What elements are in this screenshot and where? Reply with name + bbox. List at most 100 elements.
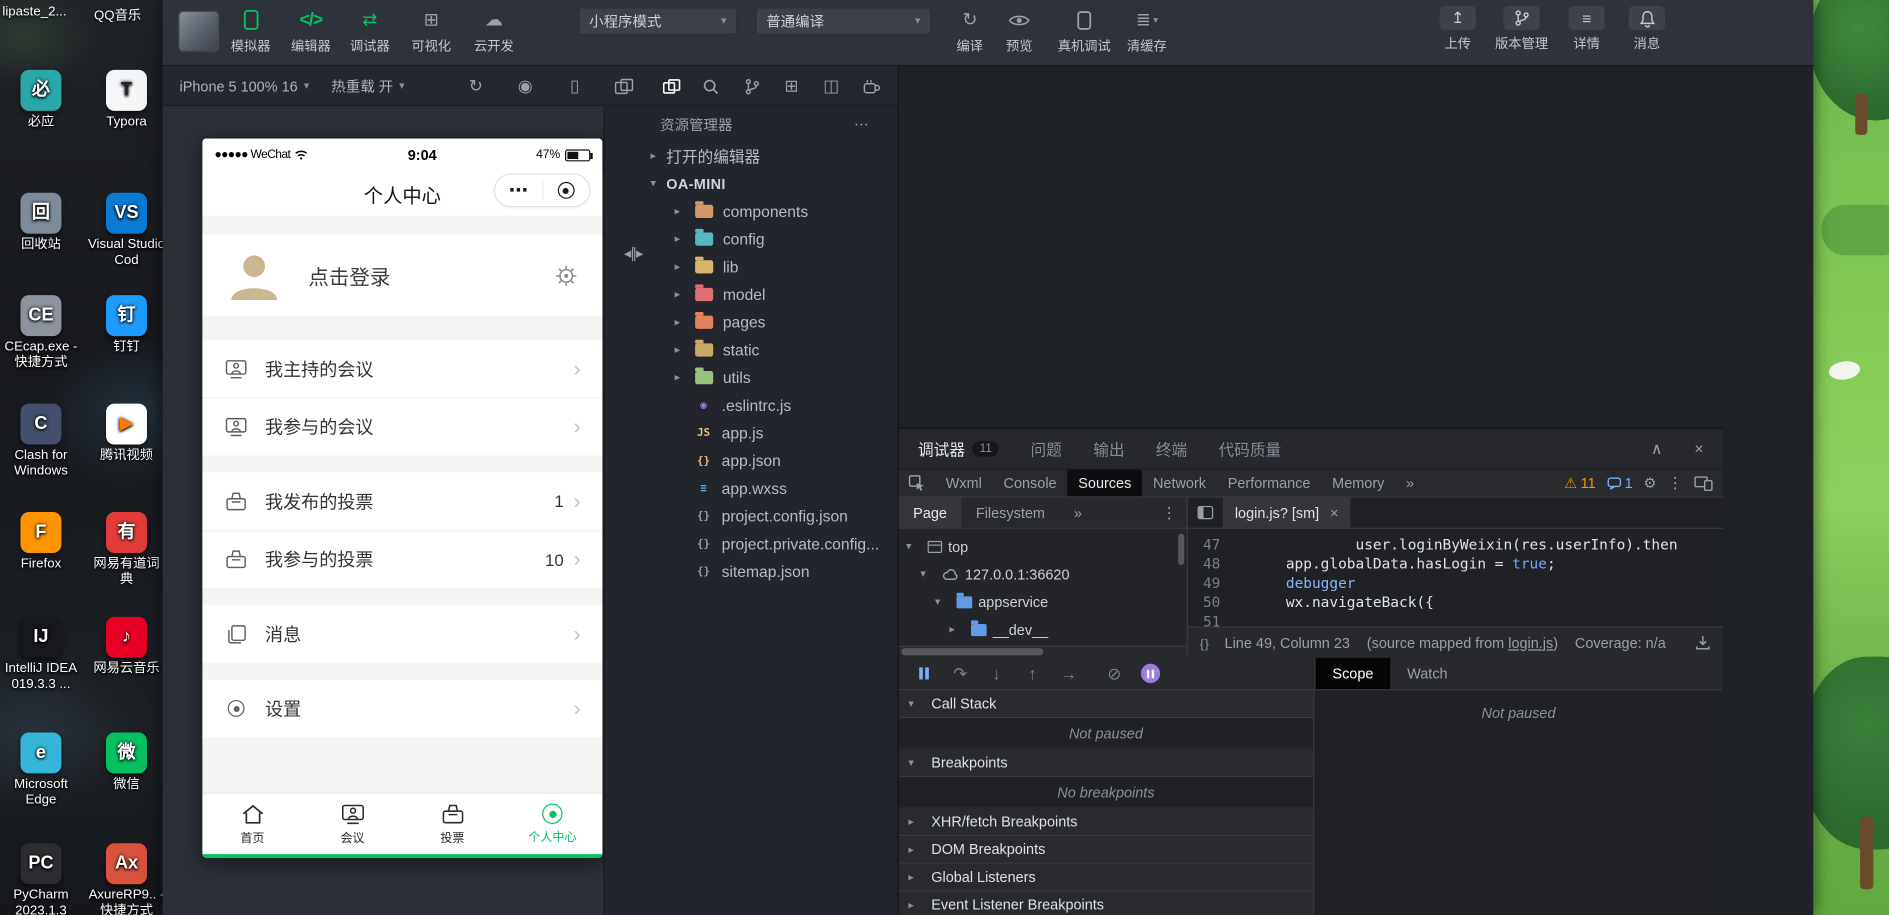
tab-terminal[interactable]: 终端: [1156, 437, 1187, 460]
source-node-appservice[interactable]: appservice: [899, 588, 1187, 616]
caret-icon[interactable]: [675, 343, 691, 356]
cloud-dev-button[interactable]: ☁ 云开发: [466, 6, 521, 55]
inspect-icon[interactable]: [908, 475, 925, 492]
step-out-button[interactable]: ↑: [1014, 664, 1050, 683]
tree-file-sitemap[interactable]: {} sitemap.json: [605, 558, 898, 586]
desktop-icon-bing[interactable]: 必 必应: [2, 69, 79, 130]
line-number-gutter[interactable]: 48: [1188, 554, 1234, 573]
caret-icon[interactable]: [651, 149, 667, 162]
tree-file-project-config[interactable]: {} project.config.json: [605, 502, 898, 530]
section-global-listeners[interactable]: Global Listeners: [898, 863, 1314, 892]
caret-icon[interactable]: [675, 260, 691, 273]
step-into-button[interactable]: ↓: [978, 664, 1014, 683]
source-node-dev[interactable]: __dev__: [899, 616, 1187, 644]
desktop-icon-firefox[interactable]: F Firefox: [2, 512, 79, 572]
section-breakpoints[interactable]: Breakpoints: [898, 749, 1314, 778]
caret-icon[interactable]: [908, 898, 924, 911]
coffee-icon[interactable]: [854, 66, 888, 106]
caret-icon[interactable]: [920, 567, 936, 580]
search-icon[interactable]: [694, 66, 728, 106]
caret-icon[interactable]: [675, 371, 691, 384]
compile-mode-select[interactable]: 普通编译 ▾: [755, 7, 932, 35]
caret-icon[interactable]: [651, 177, 667, 190]
source-node-host[interactable]: 127.0.0.1:36620: [899, 560, 1187, 588]
sidebar-tab-filesystem[interactable]: Filesystem: [961, 498, 1059, 528]
menu-item-settings[interactable]: 设置: [202, 679, 602, 737]
tab-profile[interactable]: 个人中心: [502, 794, 602, 854]
step-button[interactable]: →: [1051, 664, 1087, 683]
vertical-scrollbar[interactable]: [1178, 533, 1185, 566]
sidebar-tab-overflow[interactable]: »: [1059, 498, 1096, 528]
messages-button[interactable]: 消息: [1614, 6, 1679, 53]
refresh-icon[interactable]: ↻: [459, 66, 493, 106]
panel-resize-handle[interactable]: [624, 245, 642, 262]
layout-panel-icon[interactable]: ◫: [814, 66, 848, 106]
tree-file-app-js[interactable]: JS app.js: [605, 419, 898, 447]
device-toolbar-icon[interactable]: [1694, 475, 1713, 491]
desktop-icon-axure[interactable]: Ax AxureRP9.. - 快捷方式: [88, 843, 165, 915]
tree-folder-pages[interactable]: pages: [605, 308, 898, 336]
details-button[interactable]: ≡ 详情: [1554, 6, 1619, 53]
more-icon[interactable]: [495, 178, 541, 202]
desktop-icon-edge[interactable]: e Microsoft Edge: [2, 732, 79, 808]
tab-votes[interactable]: 投票: [402, 794, 502, 854]
desktop-icon-youdao[interactable]: 有 网易有道词典: [88, 512, 165, 588]
line-number-gutter[interactable]: 50: [1188, 593, 1234, 612]
tab-code-quality[interactable]: 代码质量: [1219, 437, 1282, 460]
pause-resume-button[interactable]: [906, 667, 942, 680]
devtools-tab-sources[interactable]: Sources: [1067, 469, 1143, 497]
source-map-link[interactable]: login.js: [1508, 634, 1553, 651]
desktop-icon-cecap[interactable]: CE CEcap.exe - 快捷方式: [2, 295, 79, 371]
tree-folder-config[interactable]: config: [605, 225, 898, 253]
pause-on-exceptions-button[interactable]: [1132, 663, 1168, 684]
step-over-button[interactable]: ↷: [942, 663, 978, 683]
caret-icon[interactable]: [675, 205, 691, 218]
deactivate-breakpoints-button[interactable]: ⊘: [1096, 663, 1132, 683]
desktop-icon-vscode[interactable]: VS Visual Studio Cod: [88, 192, 165, 269]
multi-window-icon[interactable]: [607, 66, 641, 106]
simulator-toggle-button[interactable]: 模拟器: [223, 6, 278, 55]
desktop-icon-wechat[interactable]: 微 微信: [88, 732, 165, 792]
sidebar-more-icon[interactable]: [1161, 503, 1177, 522]
devtools-tab-performance[interactable]: Performance: [1217, 470, 1321, 497]
download-source-icon[interactable]: [1695, 635, 1711, 651]
caret-icon[interactable]: [908, 697, 924, 710]
source-node-top[interactable]: top: [899, 532, 1187, 560]
record-icon[interactable]: ◉: [508, 66, 542, 106]
section-event-listener-breakpoints[interactable]: Event Listener Breakpoints: [898, 891, 1314, 915]
upload-button[interactable]: ↥ 上传: [1425, 6, 1490, 53]
caret-icon[interactable]: [675, 233, 691, 246]
compile-button[interactable]: ↻ 编译: [942, 6, 997, 55]
sidebar-tab-page[interactable]: Page: [898, 497, 962, 528]
device-select[interactable]: iPhone 5 100% 16 ▾: [180, 66, 310, 106]
section-xhr-breakpoints[interactable]: XHR/fetch Breakpoints: [898, 808, 1314, 837]
message-counter[interactable]: 1: [1607, 475, 1633, 492]
menu-item-published-votes[interactable]: 我发布的投票 1: [202, 472, 602, 530]
tab-scope[interactable]: Scope: [1315, 657, 1391, 690]
tree-file-app-wxss[interactable]: ≡ app.wxss: [605, 475, 898, 503]
debugger-toggle-button[interactable]: ⇄ 调试器: [342, 6, 397, 55]
more-icon[interactable]: [854, 116, 871, 133]
tree-folder-model[interactable]: model: [605, 281, 898, 309]
menu-item-messages[interactable]: 消息: [202, 605, 602, 663]
device-frame-icon[interactable]: ▯: [558, 66, 592, 106]
caret-icon[interactable]: [908, 843, 924, 856]
devtools-tab-wxml[interactable]: Wxml: [935, 470, 993, 497]
desktop-icon-intellij[interactable]: IJ IntelliJ IDEA 019.3.3 ...: [2, 616, 79, 693]
horizontal-scrollbar[interactable]: [901, 648, 1044, 656]
tree-item-open-editors[interactable]: 打开的编辑器: [605, 142, 898, 170]
hot-reload-toggle[interactable]: 热重载 开 ▾: [331, 66, 404, 106]
preview-button[interactable]: 预览: [991, 6, 1046, 55]
close-icon[interactable]: ×: [1330, 504, 1338, 521]
tree-folder-static[interactable]: static: [605, 336, 898, 364]
menu-item-joined-meetings[interactable]: 我参与的会议: [202, 397, 603, 456]
mode-select[interactable]: 小程序模式 ▾: [578, 7, 738, 35]
tree-folder-components[interactable]: components: [605, 198, 898, 226]
tree-folder-lib[interactable]: lib: [605, 253, 898, 281]
version-control-button[interactable]: 版本管理: [1489, 6, 1554, 53]
caret-icon[interactable]: [675, 288, 691, 301]
desktop-icon-tencent-video[interactable]: ▶ 腾讯视频: [88, 403, 165, 464]
devtools-tab-memory[interactable]: Memory: [1321, 470, 1395, 497]
close-panel-icon[interactable]: ×: [1694, 429, 1703, 469]
desktop-icon-clash[interactable]: C Clash for Windows: [2, 403, 79, 480]
